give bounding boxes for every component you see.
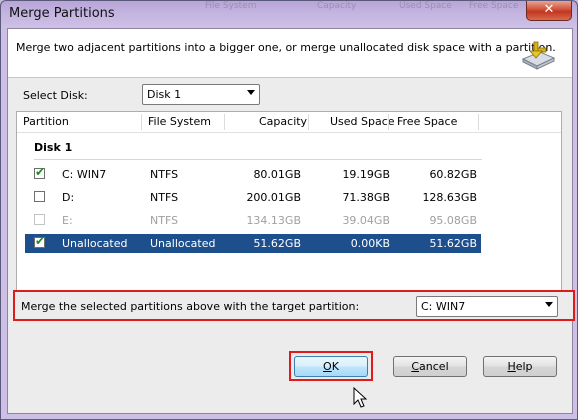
partition-name: C: WIN7 [62,168,107,181]
column-header-file-system[interactable]: File System [148,115,211,129]
target-partition-dropdown[interactable]: C: WIN7 [416,296,558,317]
column-divider[interactable] [141,114,142,130]
list-column-header: Partition File System Capacity Used Spac… [17,112,561,133]
partition-name: D: [62,191,75,204]
used-space: 39.04GB [342,214,390,227]
partition-checkbox[interactable] [34,191,45,202]
table-row: E: NTFS 134.13GB 39.04GB 95.08GB [25,211,481,230]
partition-checkbox[interactable]: ✔ [34,165,46,179]
file-system: NTFS [150,191,179,204]
target-partition-section: Merge the selected partitions above with… [13,290,575,321]
column-divider[interactable] [388,114,389,130]
used-space: 19.19GB [342,168,390,181]
target-partition-label: Merge the selected partitions above with… [21,300,360,313]
chevron-down-icon [247,90,255,95]
header-description: Merge two adjacent partitions into a big… [16,41,556,54]
file-system: NTFS [150,168,179,181]
select-disk-label: Select Disk: [23,89,88,102]
column-divider[interactable] [478,114,479,130]
table-row-selected[interactable]: ✔ Unallocated Unallocated 51.62GB 0.00KB… [25,234,481,253]
dialog-title: Merge Partitions [9,6,115,21]
chevron-down-icon [545,302,553,307]
partition-name: E: [62,214,73,227]
help-button[interactable]: Help [483,356,557,377]
disk-select-value: Disk 1 [147,88,182,101]
checkmark-icon: ✔ [35,165,46,179]
free-space: 128.63GB [422,191,477,204]
cancel-button[interactable]: Cancel [393,356,467,377]
close-button[interactable]: ✕ [526,1,572,21]
column-divider[interactable] [224,114,225,130]
background-tab: Capacity [317,1,357,11]
partition-checkbox[interactable]: ✔ [34,234,46,248]
file-system: Unallocated [150,237,216,250]
background-tab: File System [205,1,257,11]
free-space: 51.62GB [429,237,477,250]
close-icon: ✕ [543,2,555,17]
background-tab: Used Space [399,1,452,11]
column-header-used-space[interactable]: Used Space [330,115,395,129]
free-space: 95.08GB [429,214,477,227]
header-band: Merge two adjacent partitions into a big… [8,29,572,78]
disk-select-dropdown[interactable]: Disk 1 [142,84,260,105]
partition-list[interactable]: Partition File System Capacity Used Spac… [16,111,562,303]
disk-group-label: Disk 1 [34,141,73,154]
file-system: NTFS [150,214,179,227]
background-tab: Free Space [469,1,519,11]
column-divider[interactable] [308,114,309,130]
column-header-partition[interactable]: Partition [23,115,69,129]
capacity: 51.62GB [253,237,301,250]
mouse-cursor-icon [353,387,367,408]
checkmark-icon: ✔ [35,234,46,248]
capacity: 134.13GB [246,214,301,227]
column-header-free-space[interactable]: Free Space [397,115,457,129]
partition-name: Unallocated [62,237,128,250]
disk-group-divider [34,159,482,160]
free-space: 60.82GB [429,168,477,181]
table-row[interactable]: ✔ C: WIN7 NTFS 80.01GB 19.19GB 60.82GB [25,165,481,184]
merge-partitions-dialog: File System Capacity Used Space Free Spa… [0,0,578,420]
column-header-capacity[interactable]: Capacity [259,115,307,129]
capacity: 200.01GB [246,191,301,204]
capacity: 80.01GB [253,168,301,181]
target-partition-value: C: WIN7 [421,300,466,313]
table-row[interactable]: D: NTFS 200.01GB 71.38GB 128.63GB [25,188,481,207]
title-bar[interactable]: File System Capacity Used Space Free Spa… [1,1,577,27]
partition-checkbox [34,214,45,225]
used-space: 71.38GB [342,191,390,204]
used-space: 0.00KB [350,237,390,250]
merge-partition-icon [521,41,556,70]
ok-button[interactable]: OK [294,356,368,377]
